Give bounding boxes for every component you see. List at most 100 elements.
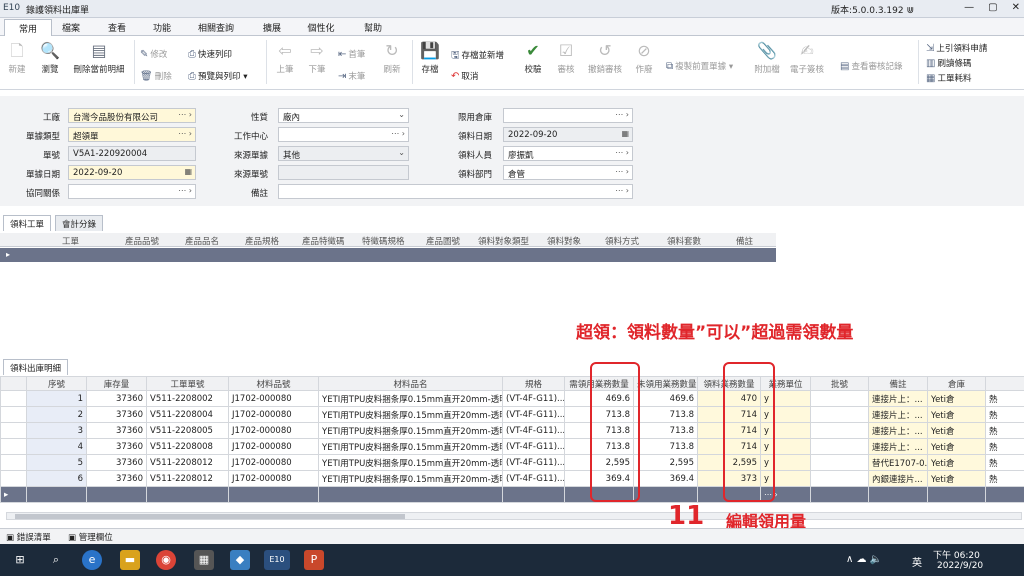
- cell-wo[interactable]: V511-2208012: [146, 470, 229, 487]
- workorder-new-row[interactable]: ▸: [0, 248, 776, 262]
- remark-field[interactable]: ⋯ ›: [278, 184, 633, 199]
- calendar-icon[interactable]: ▦: [621, 129, 629, 138]
- tab-issue-detail[interactable]: 領料出庫明細: [3, 359, 69, 375]
- tab-personalize[interactable]: 個性化: [297, 21, 345, 34]
- cell-wh[interactable]: Yeti倉: [927, 390, 986, 407]
- workcenter-field[interactable]: ⋯ ›: [278, 127, 409, 142]
- cell-x[interactable]: 熱: [985, 390, 1024, 407]
- ime-indicator[interactable]: 英: [912, 554, 922, 569]
- source-no-field[interactable]: [278, 165, 409, 180]
- cell-wh[interactable]: Yeti倉: [927, 406, 986, 423]
- manage-fields-tab[interactable]: ▣ 管理欄位: [68, 531, 113, 543]
- tab-extend[interactable]: 擴展: [248, 21, 296, 34]
- docdate-field[interactable]: 2022-09-20 ▦: [68, 165, 196, 180]
- table-row[interactable]: 3 37360 V511-2208005 J1702-000080 YETI用TPU皮料…: [0, 422, 1024, 439]
- cell-x[interactable]: 熱: [985, 470, 1024, 487]
- cell-notyet[interactable]: 469.6: [633, 390, 698, 407]
- warehouse-field[interactable]: ⋯ ›: [503, 108, 633, 123]
- cell-remark[interactable]: 替代E1707-0...: [868, 454, 928, 471]
- lookup-icon[interactable]: ⋯ ›: [615, 167, 629, 176]
- prev-record-button[interactable]: ⇦ 上筆: [272, 42, 298, 76]
- first-record-button[interactable]: ⇤ 首筆: [338, 48, 365, 60]
- cell-seq[interactable]: 6: [26, 470, 87, 487]
- void-button[interactable]: ⊘ 作廢: [630, 42, 658, 76]
- approve-button[interactable]: ☑ 審核: [552, 42, 580, 76]
- tray-icons[interactable]: ∧ ☁ 🔈: [846, 554, 882, 565]
- table-row[interactable]: 2 37360 V511-2208004 J1702-000080 YETI用TPU皮料…: [0, 406, 1024, 423]
- table-row[interactable]: 5 37360 V511-2208012 J1702-000080 YETI用TPU皮料…: [0, 454, 1024, 471]
- attachment-button[interactable]: 📎 附加檔: [750, 42, 784, 76]
- cell-lot[interactable]: [810, 422, 869, 439]
- cell-notyet[interactable]: 369.4: [633, 470, 698, 487]
- cell-lot[interactable]: [810, 438, 869, 455]
- cell-spec[interactable]: (VT-4F-G11)...: [502, 438, 565, 455]
- cell-spec[interactable]: (VT-4F-G11)...: [502, 422, 565, 439]
- scan-barcode-button[interactable]: ▥ 刷讀條碼: [926, 57, 971, 69]
- row-selector[interactable]: [0, 422, 27, 439]
- cell-stock[interactable]: 37360: [86, 422, 147, 439]
- tab-related-query[interactable]: 相關查詢: [192, 21, 240, 34]
- cell-wh[interactable]: Yeti倉: [927, 438, 986, 455]
- cell-wh[interactable]: Yeti倉: [927, 454, 986, 471]
- cell-notyet[interactable]: 2,595: [633, 454, 698, 471]
- chevron-down-icon[interactable]: ⌄: [398, 110, 405, 119]
- tab-accounting[interactable]: 會計分錄: [55, 215, 104, 231]
- cell-x[interactable]: 熱: [985, 438, 1024, 455]
- cell-seq[interactable]: 1: [26, 390, 87, 407]
- tab-common[interactable]: 常用: [4, 19, 52, 36]
- cancel-button[interactable]: ↶ 取消: [451, 70, 478, 82]
- lookup-icon[interactable]: ⋯ ›: [178, 186, 192, 195]
- clock-date[interactable]: 2022/9/20: [937, 561, 983, 571]
- tab-workorder[interactable]: 領料工單: [3, 215, 52, 231]
- delete-button[interactable]: 🗑 刪除: [140, 70, 172, 82]
- lookup-icon[interactable]: ⋯ ›: [615, 186, 629, 195]
- cell-lot[interactable]: [810, 406, 869, 423]
- cell-item[interactable]: J1702-000080: [228, 390, 319, 407]
- prev-material-request-button[interactable]: ⇲ 上引領料申請: [926, 42, 987, 54]
- clock-time[interactable]: 下午 06:20: [933, 548, 980, 561]
- unapprove-button[interactable]: ↺ 撤銷審核: [584, 42, 626, 76]
- maximize-button[interactable]: ▢: [988, 2, 997, 13]
- cell-wo[interactable]: V511-2208004: [146, 406, 229, 423]
- row-selector[interactable]: [0, 390, 27, 407]
- partner-field[interactable]: ⋯ ›: [68, 184, 196, 199]
- verify-button[interactable]: ✔ 校驗: [520, 42, 546, 76]
- cell-name[interactable]: YETI用TPU皮料捆条厚0.15mm直开20mm-透明: [318, 406, 503, 423]
- cell-stock[interactable]: 37360: [86, 438, 147, 455]
- cell-remark[interactable]: 連接片上：...: [868, 422, 928, 439]
- tab-help[interactable]: 幫助: [349, 21, 397, 34]
- esign-button[interactable]: ✍ 電子簽核: [786, 42, 828, 76]
- cell-remark[interactable]: 連接片上：...: [868, 406, 928, 423]
- source-type-select[interactable]: 其他 ⌄: [278, 146, 409, 161]
- search-icon[interactable]: ⌕: [46, 550, 66, 570]
- cell-remark[interactable]: 內銀連接片...: [868, 470, 928, 487]
- cell-name[interactable]: YETI用TPU皮料捆条厚0.15mm直开20mm-透明: [318, 470, 503, 487]
- cell-notyet[interactable]: 713.8: [633, 422, 698, 439]
- cell-spec[interactable]: (VT-4F-G11)...: [502, 406, 565, 423]
- view-approval-log-button[interactable]: ▤ 查看審核記錄: [840, 60, 902, 72]
- row-selector[interactable]: [0, 470, 27, 487]
- work-material-button[interactable]: ▦ 工單耗料: [926, 72, 971, 84]
- cell-stock[interactable]: 37360: [86, 470, 147, 487]
- delete-current-detail-button[interactable]: ▤ 刪除當前明細: [70, 42, 128, 76]
- scroll-thumb[interactable]: [15, 514, 405, 519]
- cell-wh[interactable]: Yeti倉: [927, 422, 986, 439]
- lookup-icon[interactable]: ⋯ ›: [615, 148, 629, 157]
- cell-x[interactable]: 熱: [985, 422, 1024, 439]
- tab-function[interactable]: 功能: [138, 21, 186, 34]
- browse-button[interactable]: 🔍 瀏覽: [35, 42, 65, 76]
- cell-lot[interactable]: [810, 470, 869, 487]
- cell-spec[interactable]: (VT-4F-G11)...: [502, 454, 565, 471]
- cell-stock[interactable]: 37360: [86, 390, 147, 407]
- preview-print-button[interactable]: ⎙ 預覽與列印 ▾: [188, 70, 247, 82]
- cell-name[interactable]: YETI用TPU皮料捆条厚0.15mm直开20mm-透明: [318, 390, 503, 407]
- minimize-button[interactable]: —: [964, 2, 974, 13]
- e10-app-icon[interactable]: E10: [264, 550, 290, 570]
- cell-wo[interactable]: V511-2208012: [146, 454, 229, 471]
- dept-field[interactable]: 倉管 ⋯ ›: [503, 165, 633, 180]
- app-icon[interactable]: ◆: [230, 550, 250, 570]
- cell-wo[interactable]: V511-2208005: [146, 422, 229, 439]
- windows-start-icon[interactable]: ⊞: [10, 550, 30, 570]
- cell-name[interactable]: YETI用TPU皮料捆条厚0.15mm直开20mm-透明: [318, 438, 503, 455]
- cell-stock[interactable]: 37360: [86, 406, 147, 423]
